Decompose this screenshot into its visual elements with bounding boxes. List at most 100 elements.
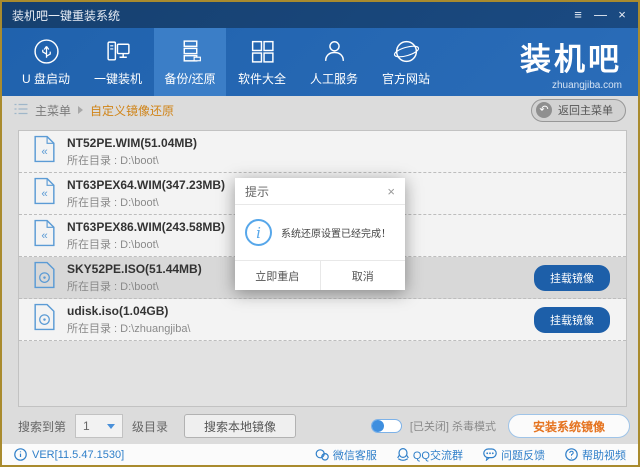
nav-item-website[interactable]: 官方网站 [370, 28, 442, 96]
dialog-close-icon[interactable]: × [387, 184, 395, 199]
install-system-image-button[interactable]: 安装系统镜像 [508, 414, 630, 438]
close-icon[interactable]: × [616, 2, 628, 28]
breadcrumb: 主菜单 自定义镜像还原 ↶ 返回主菜单 [2, 96, 638, 124]
svg-text:«: « [41, 188, 47, 200]
nav-item-one-click-install[interactable]: 一键装机 [82, 28, 154, 96]
qq-icon [397, 448, 409, 461]
status-link-label: 微信客服 [333, 447, 377, 463]
file-title: SKY52PE.ISO(51.44MB) [67, 262, 202, 276]
search-depth-suffix: 级目录 [132, 418, 168, 435]
logo-domain: zhuangjiba.com [520, 80, 622, 91]
dialog-footer: 立即重启 取消 [235, 260, 405, 290]
nav-label: 官方网站 [382, 70, 430, 87]
window-controls: ≡ — × [572, 2, 628, 28]
nav-label: 人工服务 [310, 70, 358, 87]
nav-item-support[interactable]: 人工服务 [298, 28, 370, 96]
svg-text:«: « [41, 230, 47, 242]
wim-file-icon: « [33, 177, 56, 210]
logo-text: 装机吧 [520, 34, 622, 79]
list-icon [14, 103, 28, 118]
breadcrumb-arrow-icon [78, 106, 83, 114]
directory-level-select[interactable]: 1 [75, 414, 123, 438]
file-directory: 所在目录 : D:\boot\ [67, 194, 225, 210]
main-nav: U 盘启动 一键装机 备份/还原 软件大全 人工服务 [2, 28, 638, 96]
file-title: NT63PEX86.WIM(243.58MB) [67, 220, 225, 234]
info-circle-icon: i [245, 219, 272, 246]
file-directory: 所在目录 : D:\boot\ [67, 278, 202, 294]
restore-complete-dialog: 提示 × i 系统还原设置已经完成！ 立即重启 取消 [235, 178, 405, 290]
minimize-icon[interactable]: — [594, 2, 606, 28]
dialog-message: 系统还原设置已经完成！ [281, 225, 391, 240]
info-icon [14, 448, 27, 461]
person-icon [321, 37, 348, 65]
status-links: 微信客服 QQ交流群 问题反馈 帮助视频 [315, 447, 626, 463]
dialog-header: 提示 × [235, 178, 405, 205]
right-footer-controls: [已关闭] 杀毒模式 安装系统镜像 [371, 414, 630, 438]
svg-text:«: « [41, 146, 47, 158]
file-info: NT52PE.WIM(51.04MB) 所在目录 : D:\boot\ [67, 136, 197, 168]
title-bar: 装机吧一键重装系统 ≡ — × [2, 2, 638, 28]
nav-item-software[interactable]: 软件大全 [226, 28, 298, 96]
antivirus-mode-toggle[interactable] [371, 419, 402, 433]
chevron-down-icon [107, 424, 115, 429]
dialog-title: 提示 [245, 183, 269, 200]
brand-logo: 装机吧 zhuangjiba.com [520, 34, 622, 91]
back-button-label: 返回主菜单 [558, 102, 613, 118]
file-directory: 所在目录 : D:\boot\ [67, 152, 197, 168]
version-text: VER[11.5.47.1530] [32, 449, 124, 461]
file-info: NT63PEX64.WIM(347.23MB) 所在目录 : D:\boot\ [67, 178, 225, 210]
breadcrumb-current: 自定义镜像还原 [90, 102, 174, 119]
nav-label: U 盘启动 [22, 70, 70, 87]
globe-icon [393, 37, 420, 65]
file-title: NT63PEX64.WIM(347.23MB) [67, 178, 225, 192]
nav-label: 一键装机 [94, 70, 142, 87]
status-link-label: QQ交流群 [413, 447, 463, 463]
iso-file-icon [33, 261, 56, 294]
qq-group-link[interactable]: QQ交流群 [397, 447, 463, 463]
chat-bubble-icon [483, 448, 497, 461]
nav-label: 软件大全 [238, 70, 286, 87]
breadcrumb-root[interactable]: 主菜单 [35, 102, 71, 119]
nav-item-backup-restore[interactable]: 备份/还原 [154, 28, 226, 96]
footer-controls: 搜索到第 1 级目录 搜索本地镜像 [已关闭] 杀毒模式 安装系统镜像 [18, 413, 630, 439]
file-title: NT52PE.WIM(51.04MB) [67, 136, 197, 150]
mount-image-button[interactable]: 挂载镜像 [534, 265, 610, 291]
file-directory: 所在目录 : D:\zhuangjiba\ [67, 320, 191, 336]
wechat-support-link[interactable]: 微信客服 [315, 447, 377, 463]
status-link-label: 问题反馈 [501, 447, 545, 463]
antivirus-mode-label: [已关闭] 杀毒模式 [410, 418, 496, 434]
window-title: 装机吧一键重装系统 [12, 7, 120, 24]
menu-icon[interactable]: ≡ [572, 2, 584, 28]
apps-grid-icon [249, 37, 276, 65]
level-value: 1 [83, 419, 90, 433]
restart-now-button[interactable]: 立即重启 [235, 261, 321, 290]
back-arrow-icon: ↶ [536, 102, 552, 118]
file-row-nt52pe[interactable]: « NT52PE.WIM(51.04MB) 所在目录 : D:\boot\ [19, 131, 626, 173]
iso-file-icon [33, 303, 56, 336]
wim-file-icon: « [33, 219, 56, 252]
computer-icon [105, 37, 132, 65]
nav-item-usb-boot[interactable]: U 盘启动 [10, 28, 82, 96]
back-to-main-menu-button[interactable]: ↶ 返回主菜单 [531, 99, 626, 122]
question-icon [565, 448, 578, 461]
version-info: VER[11.5.47.1530] [14, 448, 124, 461]
file-info: NT63PEX86.WIM(243.58MB) 所在目录 : D:\boot\ [67, 220, 225, 252]
dialog-body: i 系统还原设置已经完成！ [235, 205, 405, 260]
status-bar: VER[11.5.47.1530] 微信客服 QQ交流群 问题反馈 帮助视频 [2, 443, 638, 465]
app-window: 装机吧一键重装系统 ≡ — × U 盘启动 一键装机 备份/还原 [0, 0, 640, 467]
wim-file-icon: « [33, 135, 56, 168]
toggle-knob [372, 420, 384, 432]
file-title: udisk.iso(1.04GB) [67, 304, 191, 318]
status-link-label: 帮助视频 [582, 447, 626, 463]
mount-image-button[interactable]: 挂载镜像 [534, 307, 610, 333]
help-video-link[interactable]: 帮助视频 [565, 447, 626, 463]
file-info: SKY52PE.ISO(51.44MB) 所在目录 : D:\boot\ [67, 262, 202, 294]
backup-restore-icon [177, 37, 204, 65]
file-row-udisk[interactable]: udisk.iso(1.04GB) 所在目录 : D:\zhuangjiba\ … [19, 299, 626, 341]
nav-label: 备份/还原 [164, 70, 215, 87]
file-info: udisk.iso(1.04GB) 所在目录 : D:\zhuangjiba\ [67, 304, 191, 336]
search-local-images-button[interactable]: 搜索本地镜像 [184, 414, 296, 438]
cancel-button[interactable]: 取消 [321, 261, 406, 290]
wechat-icon [315, 449, 329, 461]
feedback-link[interactable]: 问题反馈 [483, 447, 545, 463]
